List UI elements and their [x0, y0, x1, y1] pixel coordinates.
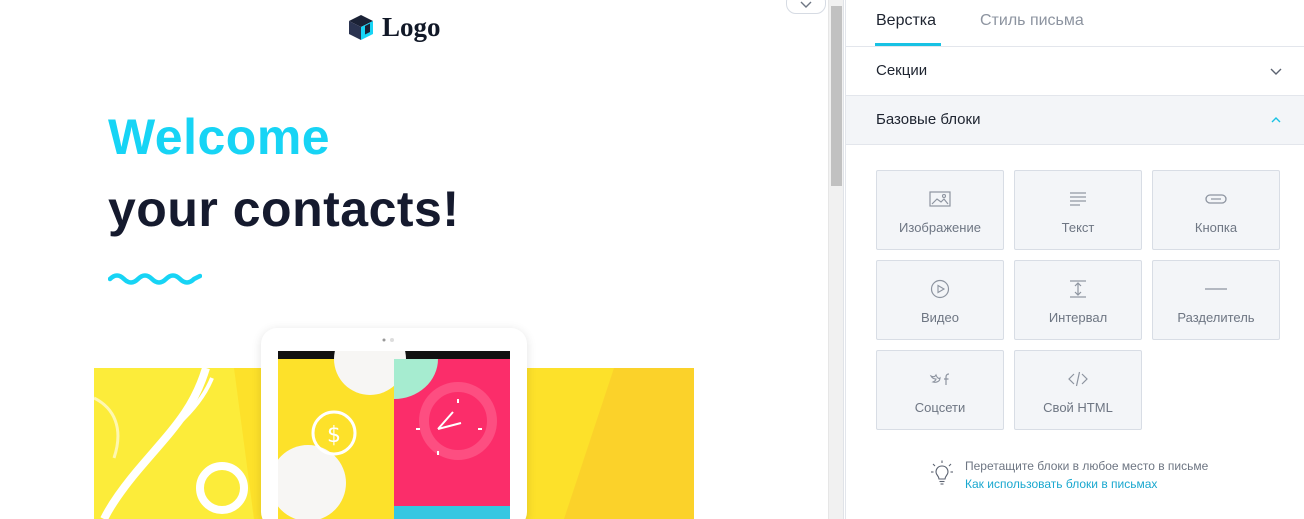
button-icon: [1205, 194, 1227, 204]
blocks-hint: Перетащите блоки в любое место в письме …: [931, 456, 1261, 496]
chevron-down-icon: [800, 1, 812, 8]
block-spacer[interactable]: Интервал: [1014, 260, 1142, 340]
svg-text:$: $: [327, 423, 341, 448]
block-text[interactable]: Текст: [1014, 170, 1142, 250]
email-editor: Logo Welcome your contacts! $ Верстка Ст…: [0, 0, 1304, 519]
block-text-label: Текст: [1061, 220, 1095, 235]
logo: Logo: [348, 12, 441, 43]
accordion-sections-label: Секции: [876, 62, 928, 79]
image-icon: [929, 191, 951, 207]
logo-text: Logo: [382, 12, 441, 42]
play-icon: [930, 279, 950, 299]
block-divider[interactable]: Разделитель: [1152, 260, 1280, 340]
chevron-down-icon: [1270, 68, 1282, 75]
accordion-basic-blocks-label: Базовые блоки: [876, 111, 981, 128]
tablet-mockup: $: [261, 328, 527, 519]
tablet-screen: $: [278, 351, 510, 519]
collapse-toggle-button[interactable]: [786, 0, 826, 14]
block-custom-html[interactable]: Свой HTML: [1014, 350, 1142, 430]
editor-sidebar: Верстка Стиль письма Секции Базовые блок…: [845, 0, 1304, 519]
block-image-label: Изображение: [899, 220, 981, 235]
camera-dots-icon: [382, 338, 394, 342]
chevron-up-icon: [1271, 117, 1281, 123]
block-divider-label: Разделитель: [1177, 310, 1255, 325]
hint-text: Перетащите блоки в любое место в письме: [965, 459, 1209, 473]
active-tab-indicator: [875, 43, 941, 46]
block-spacer-label: Интервал: [1048, 310, 1108, 325]
tab-email-style[interactable]: Стиль письма: [980, 12, 1084, 30]
sidebar-tabs: Верстка Стиль письма: [846, 0, 1304, 47]
block-custom-html-label: Свой HTML: [1043, 400, 1113, 415]
spacer-icon: [1070, 280, 1086, 298]
block-social[interactable]: Соцсети: [876, 350, 1004, 430]
canvas-scrollbar[interactable]: [828, 0, 844, 519]
social-icon: [929, 373, 950, 385]
block-button-label: Кнопка: [1194, 220, 1238, 235]
accordion-basic-blocks[interactable]: Базовые блоки: [846, 96, 1304, 145]
block-video[interactable]: Видео: [876, 260, 1004, 340]
hero-heading-accent: Welcome: [108, 109, 331, 165]
tab-layout[interactable]: Верстка: [876, 12, 936, 30]
block-video-label: Видео: [921, 310, 959, 325]
code-icon: [1068, 371, 1088, 387]
accordion-sections[interactable]: Секции: [846, 47, 1304, 96]
scrollbar-thumb[interactable]: [831, 6, 842, 186]
text-icon: [1070, 192, 1086, 206]
block-button[interactable]: Кнопка: [1152, 170, 1280, 250]
basic-blocks-grid: Изображение Текст Кнопка Видео Интервал …: [876, 170, 1280, 430]
block-image[interactable]: Изображение: [876, 170, 1004, 250]
cube-logo-icon: [349, 15, 373, 40]
hint-help-link[interactable]: Как использовать блоки в письмах: [965, 477, 1157, 491]
wave-divider-icon: [108, 273, 202, 285]
block-social-label: Соцсети: [914, 400, 966, 415]
divider-icon: [1205, 288, 1227, 290]
lightbulb-icon: [931, 460, 953, 485]
hero-heading: your contacts!: [108, 181, 460, 237]
email-canvas[interactable]: Logo Welcome your contacts! $: [0, 0, 828, 519]
